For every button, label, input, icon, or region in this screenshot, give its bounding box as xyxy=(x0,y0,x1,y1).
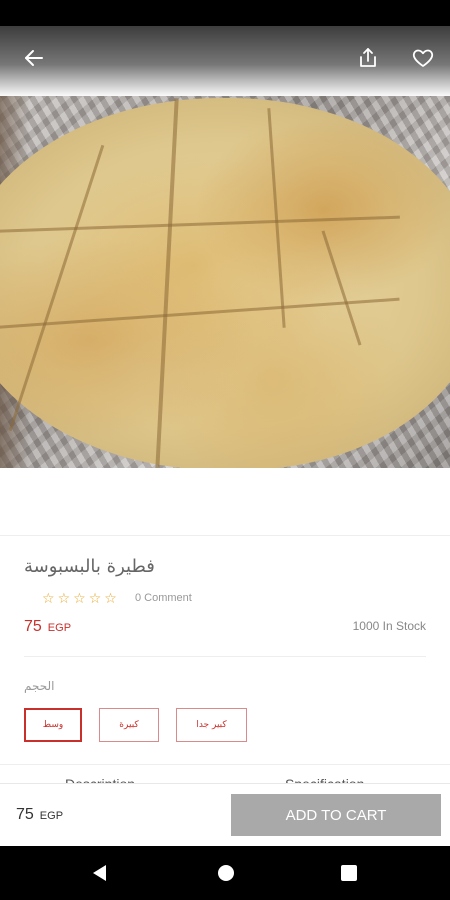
size-option-xlarge[interactable]: كبير جدا xyxy=(176,708,247,742)
nav-home-button[interactable] xyxy=(216,863,236,883)
nav-back-button[interactable] xyxy=(90,863,110,883)
product-photo[interactable] xyxy=(0,96,450,468)
stock-status: 1000 In Stock xyxy=(352,619,426,633)
share-button[interactable] xyxy=(354,44,382,72)
product-title: فطيرة بالبسبوسة xyxy=(24,556,155,577)
header-gradient xyxy=(0,26,450,96)
square-recents-icon xyxy=(341,865,357,881)
size-option-large[interactable]: كبيرة xyxy=(99,708,159,742)
price-currency: EGP xyxy=(47,622,72,634)
size-option-text: كبيرة xyxy=(119,720,139,730)
bottom-price-currency: EGP xyxy=(39,810,64,822)
status-bar xyxy=(0,0,450,26)
comment-count[interactable]: 0 Comment xyxy=(135,592,192,604)
star-outline-icon: ☆ xyxy=(42,590,55,606)
slice-cut xyxy=(267,108,286,328)
star-outline-icon: ☆ xyxy=(73,590,86,606)
divider xyxy=(24,656,426,657)
heart-outline-icon xyxy=(412,49,434,67)
star-outline-icon: ☆ xyxy=(57,590,71,606)
divider xyxy=(0,764,450,765)
size-option-text: وسط xyxy=(42,720,64,730)
slice-cut xyxy=(321,230,362,346)
price-value: 75 xyxy=(24,618,42,635)
share-icon xyxy=(360,48,376,67)
product-screen: فطيرة بالبسبوسة ☆ ☆ ☆ ☆ ☆ 0 Comment 75 E… xyxy=(0,26,450,846)
size-option-medium[interactable]: وسط xyxy=(24,708,82,742)
size-option-label: الحجم xyxy=(24,679,55,693)
back-button[interactable] xyxy=(20,44,48,72)
triangle-back-icon xyxy=(93,865,106,881)
star-outline-icon: ☆ xyxy=(88,590,102,606)
android-nav-bar xyxy=(0,846,450,900)
bottom-bar: 75 EGP ADD TO CART xyxy=(0,783,450,846)
product-hero xyxy=(0,26,450,531)
add-to-cart-button[interactable]: ADD TO CART xyxy=(231,794,441,836)
bottom-price-value: 75 xyxy=(16,806,34,823)
pastry-image xyxy=(0,98,450,468)
bottom-price: 75 EGP xyxy=(16,806,63,824)
favorite-button[interactable] xyxy=(409,44,437,72)
rating-stars: ☆ ☆ ☆ ☆ ☆ xyxy=(42,591,117,605)
slice-cut xyxy=(0,297,400,332)
star-outline-icon: ☆ xyxy=(104,590,117,606)
nav-recents-button[interactable] xyxy=(339,863,359,883)
size-option-text: كبير جدا xyxy=(196,720,227,730)
divider xyxy=(0,535,450,536)
slice-cut xyxy=(155,98,179,468)
circle-home-icon xyxy=(218,865,234,881)
slice-cut xyxy=(0,215,400,234)
slice-cut xyxy=(8,144,105,432)
product-price: 75 EGP xyxy=(24,618,71,636)
arrow-left-icon xyxy=(25,50,43,66)
